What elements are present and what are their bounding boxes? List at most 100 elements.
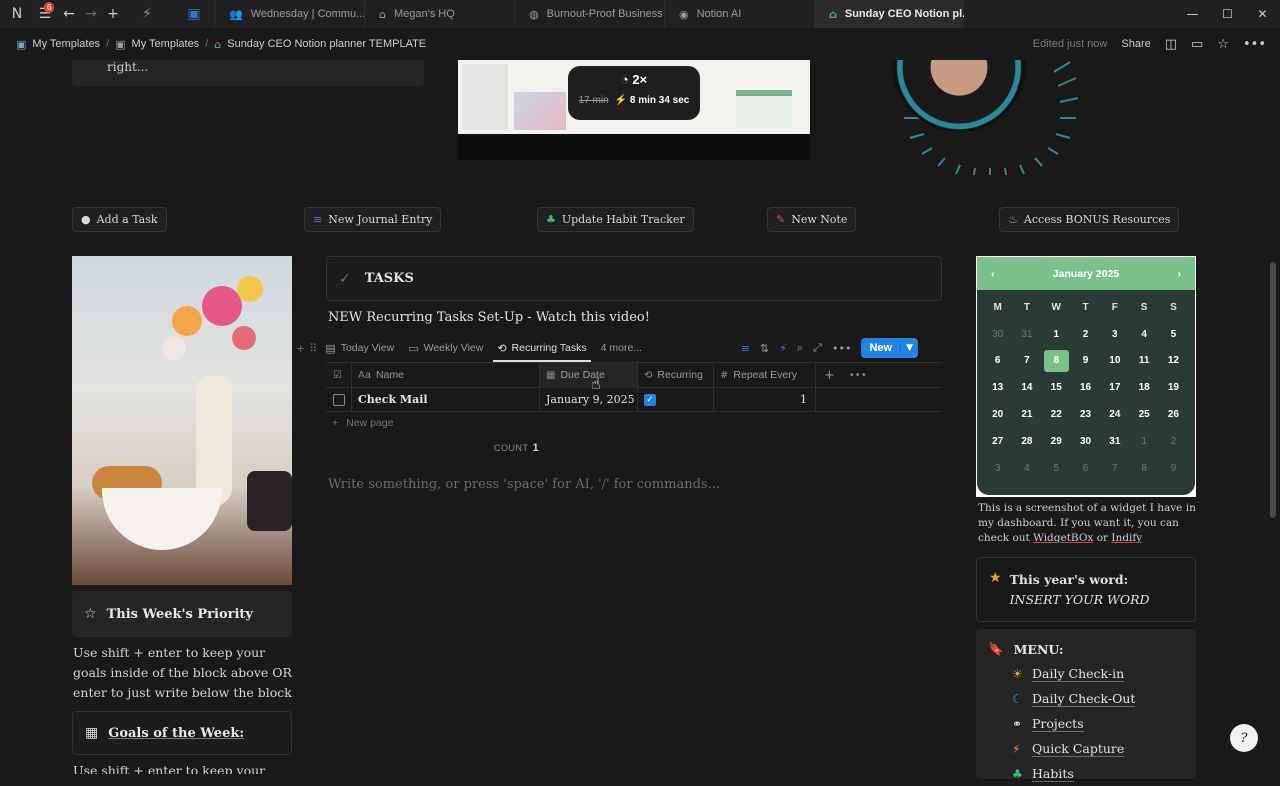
calendar-day[interactable]: 20 bbox=[983, 401, 1012, 428]
row-select-checkbox[interactable] bbox=[326, 387, 352, 412]
calendar-day[interactable]: 19 bbox=[1159, 374, 1188, 401]
tab-more-views[interactable]: 4 more... bbox=[601, 336, 642, 360]
tab-recurring-tasks[interactable]: ⟲ Recurring Tasks bbox=[493, 336, 591, 362]
calendar-day[interactable]: 7 bbox=[1012, 348, 1041, 375]
calendar-day[interactable]: 28 bbox=[1012, 428, 1041, 455]
calendar-day-today[interactable]: 8 bbox=[1043, 349, 1069, 373]
widgetbox-link[interactable]: WidgetBOx bbox=[1033, 532, 1093, 544]
forward-arrow-icon[interactable]: → bbox=[80, 3, 102, 25]
calendar-day[interactable]: 23 bbox=[1071, 401, 1100, 428]
calendar-day[interactable]: 5 bbox=[1042, 455, 1071, 482]
calendar-day[interactable]: 22 bbox=[1042, 401, 1071, 428]
update-habit-tracker-button[interactable]: ♣ Update Habit Tracker bbox=[537, 207, 694, 232]
calendar-day[interactable]: 4 bbox=[1012, 455, 1041, 482]
more-icon[interactable]: ••• bbox=[849, 370, 867, 381]
calendar-day[interactable]: 6 bbox=[983, 348, 1012, 375]
calendar-day[interactable]: 9 bbox=[1071, 348, 1100, 375]
calendar-day[interactable]: 15 bbox=[1042, 374, 1071, 401]
calendar-day[interactable]: 1 bbox=[1042, 321, 1071, 348]
add-block-plus-icon[interactable]: + bbox=[296, 342, 305, 355]
calendar-day[interactable]: 31 bbox=[1012, 321, 1041, 348]
empty-block-placeholder[interactable]: Write something, or press 'space' for AI… bbox=[328, 477, 720, 492]
column-due-date[interactable]: ▦ Due Date bbox=[540, 362, 638, 388]
column-repeat-every[interactable]: # Repeat Every bbox=[714, 362, 816, 388]
back-arrow-icon[interactable]: ← bbox=[58, 3, 80, 25]
column-name[interactable]: Aa Name bbox=[352, 362, 540, 388]
breadcrumb-item[interactable]: My Templates bbox=[32, 38, 100, 50]
chevron-right-icon[interactable]: › bbox=[1178, 268, 1182, 280]
calendar-day[interactable]: 3 bbox=[1100, 321, 1129, 348]
count-summary[interactable]: COUNT 1 bbox=[494, 442, 539, 454]
calendar-day[interactable]: 24 bbox=[1100, 401, 1129, 428]
calendar-day[interactable]: 21 bbox=[1012, 401, 1041, 428]
cell-repeat-every[interactable]: 1 bbox=[714, 387, 816, 412]
more-options-icon[interactable]: ••• bbox=[832, 342, 851, 355]
new-page-button[interactable]: + New page bbox=[332, 417, 393, 429]
calendar-day[interactable]: 3 bbox=[983, 455, 1012, 482]
notion-logo-icon[interactable]: N bbox=[6, 3, 28, 25]
calendar-day[interactable]: 12 bbox=[1159, 348, 1188, 375]
close-icon[interactable]: ✕ bbox=[1245, 0, 1280, 28]
help-button[interactable]: ? bbox=[1230, 724, 1258, 752]
share-button[interactable]: Share bbox=[1121, 38, 1150, 50]
more-icon[interactable]: ••• bbox=[1243, 37, 1266, 52]
database-title[interactable]: NEW Recurring Tasks Set-Up - Watch this … bbox=[328, 310, 650, 325]
calendar-day[interactable]: 1 bbox=[1129, 428, 1158, 455]
calendar-day[interactable]: 8 bbox=[1129, 455, 1158, 482]
tab-wednesday[interactable]: 👥 Wednesday | Commu... bbox=[214, 0, 364, 28]
add-column-plus-icon[interactable]: + bbox=[824, 368, 835, 383]
calendar-day[interactable]: 30 bbox=[1071, 428, 1100, 455]
bolt-icon[interactable]: ⚡ bbox=[136, 3, 158, 25]
cell-due-date[interactable]: January 9, 2025 bbox=[540, 387, 638, 412]
new-entry-button[interactable]: New ▼ bbox=[861, 338, 918, 358]
select-all-checkbox[interactable]: ☑ bbox=[326, 362, 352, 388]
column-recurring[interactable]: ⟲ Recurring bbox=[638, 362, 714, 388]
word-value[interactable]: INSERT YOUR WORD bbox=[1010, 592, 1150, 607]
calendar-day[interactable]: 31 bbox=[1100, 428, 1129, 455]
calendar-day[interactable]: 18 bbox=[1129, 374, 1158, 401]
tab-notion-ai[interactable]: ◉ Notion AI bbox=[664, 0, 814, 28]
calendar-day[interactable]: 14 bbox=[1012, 374, 1041, 401]
minimize-icon[interactable]: — bbox=[1175, 0, 1210, 28]
calendar-day[interactable]: 2 bbox=[1159, 428, 1188, 455]
calendar-day[interactable]: 13 bbox=[983, 374, 1012, 401]
add-task-button[interactable]: ● Add a Task bbox=[72, 207, 167, 232]
new-note-button[interactable]: ✎ New Note bbox=[767, 207, 857, 232]
menu-item-projects[interactable]: ⚭ Projects bbox=[1012, 711, 1196, 736]
breadcrumb-item[interactable]: Sunday CEO Notion planner TEMPLATE bbox=[227, 38, 426, 50]
calendar-day[interactable]: 25 bbox=[1129, 401, 1158, 428]
tab-today-view[interactable]: ▤ Today View bbox=[325, 336, 394, 360]
drag-handle-icon[interactable]: ⠿ bbox=[309, 342, 317, 355]
calendar-day[interactable]: 16 bbox=[1071, 374, 1100, 401]
goals-title[interactable]: Goals of the Week: bbox=[108, 726, 244, 741]
menu-icon[interactable]: ☰ 6 bbox=[34, 2, 56, 25]
video-embed[interactable]: ◔ 2× 17 min ⚡ 8 min 34 sec bbox=[458, 60, 810, 160]
breadcrumb-item[interactable]: My Templates bbox=[132, 38, 200, 50]
filter-icon[interactable]: ≡ bbox=[741, 342, 750, 355]
calendar-day[interactable]: 4 bbox=[1129, 321, 1158, 348]
calendar-day[interactable]: 7 bbox=[1100, 455, 1129, 482]
calendar-day[interactable]: 29 bbox=[1042, 428, 1071, 455]
board-icon[interactable]: ▣ bbox=[174, 3, 214, 25]
priority-instructions[interactable]: Use shift + enter to keep your goals ins… bbox=[73, 643, 293, 703]
calendar-day[interactable]: 27 bbox=[983, 428, 1012, 455]
calendar-day[interactable]: 11 bbox=[1129, 348, 1158, 375]
calendar-day[interactable]: 30 bbox=[983, 321, 1012, 348]
scrollbar[interactable] bbox=[1270, 262, 1276, 518]
access-bonus-button[interactable]: ♨ Access BONUS Resources bbox=[999, 207, 1180, 232]
search-icon[interactable]: ⌕ bbox=[797, 341, 803, 355]
comment-icon[interactable]: ▭ bbox=[1191, 37, 1203, 52]
chevron-left-icon[interactable]: ‹ bbox=[991, 268, 995, 280]
checkbox[interactable] bbox=[333, 393, 345, 406]
chevron-down-icon[interactable]: ▼ bbox=[900, 343, 918, 353]
expand-icon[interactable]: ⤢ bbox=[813, 341, 822, 355]
tab-weekly-view[interactable]: ▭ Weekly View bbox=[408, 336, 483, 360]
calendar-day[interactable]: 17 bbox=[1100, 374, 1129, 401]
new-journal-entry-button[interactable]: ≡ New Journal Entry bbox=[304, 207, 442, 232]
tab-sunday-ceo[interactable]: ⌂ Sunday CEO Notion pl... bbox=[814, 0, 964, 28]
cell-recurring[interactable]: ✓ bbox=[638, 387, 714, 412]
calendar-day[interactable]: 6 bbox=[1071, 455, 1100, 482]
goals-instructions[interactable]: Use shift + enter to keep your goals bbox=[73, 761, 293, 774]
sort-icon[interactable]: ⇅ bbox=[760, 342, 769, 355]
table-row[interactable]: Check Mail January 9, 2025 ✓ 1 bbox=[326, 387, 942, 412]
